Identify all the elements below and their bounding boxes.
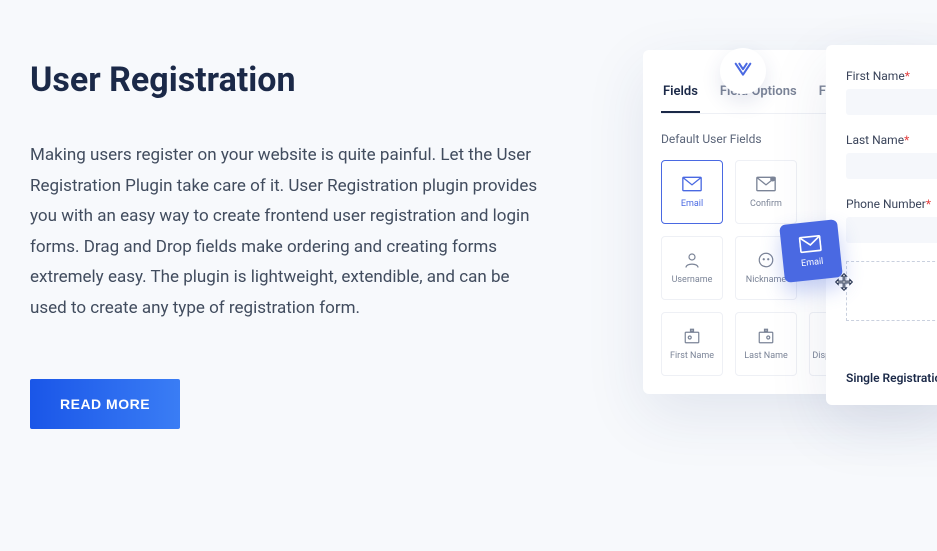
email-icon (798, 233, 822, 253)
id-card-icon (682, 327, 702, 345)
field-label: Confirm (750, 199, 782, 209)
form-preview: First Name* Last Name* Phone Number* A S… (826, 45, 937, 405)
field-first-name[interactable]: First Name (661, 312, 723, 376)
move-cursor-icon (834, 272, 854, 296)
field-label: Email (681, 199, 703, 209)
form-label-first-name: First Name* (846, 69, 937, 83)
page-title: User Registration (30, 60, 550, 100)
field-email[interactable]: Email (661, 160, 723, 224)
app-logo (720, 48, 766, 94)
description: Making users register on your website is… (30, 140, 550, 324)
form-dropzone[interactable] (846, 261, 937, 321)
email-check-icon (756, 175, 776, 193)
email-icon (682, 175, 702, 193)
field-label: First Name (670, 351, 714, 361)
field-label: Last Name (744, 351, 788, 361)
form-label-last-name: Last Name* (846, 133, 937, 147)
face-icon (756, 251, 776, 269)
first-name-input[interactable] (846, 89, 937, 115)
drag-label: Email (801, 256, 824, 268)
field-confirm[interactable]: Confirm (735, 160, 797, 224)
user-icon (682, 251, 702, 269)
single-registration-label: Single Registration (846, 371, 937, 385)
id-card-icon (756, 327, 776, 345)
last-name-input[interactable] (846, 153, 937, 179)
form-label-phone: Phone Number* (846, 197, 937, 211)
field-last-name[interactable]: Last Name (735, 312, 797, 376)
field-label: Nickname (746, 275, 786, 285)
field-username[interactable]: Username (661, 236, 723, 300)
field-label: Username (672, 275, 713, 285)
read-more-button[interactable]: READ MORE (30, 379, 180, 429)
tab-fields[interactable]: Fields (661, 72, 700, 113)
phone-input[interactable] (846, 217, 937, 243)
